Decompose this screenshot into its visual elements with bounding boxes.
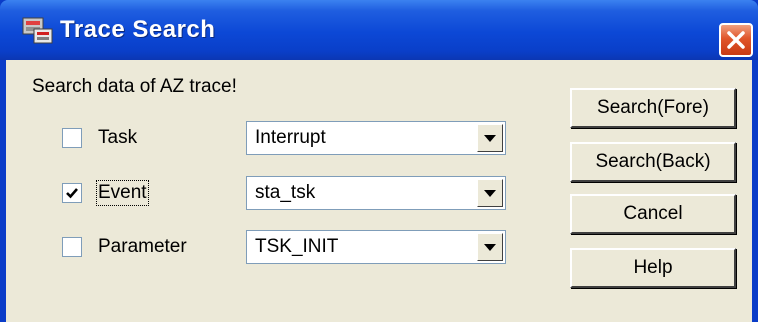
parameter-combo-dropdown-button[interactable] (477, 233, 503, 261)
window-title: Trace Search (60, 16, 216, 43)
chevron-down-icon (484, 244, 496, 251)
close-button[interactable] (719, 23, 753, 57)
search-fore-button[interactable]: Search(Fore) (570, 88, 736, 128)
chevron-down-icon (484, 135, 496, 142)
parameter-combo[interactable]: TSK_INIT (246, 230, 506, 264)
task-checkbox[interactable] (62, 128, 82, 148)
parameter-label: Parameter (98, 236, 187, 257)
task-label: Task (98, 127, 138, 148)
trace-app-icon (22, 17, 53, 44)
chevron-down-icon (484, 190, 496, 197)
parameter-row: Parameter TSK_INIT (6, 226, 546, 266)
close-icon (727, 31, 745, 49)
cancel-button[interactable]: Cancel (570, 194, 736, 234)
event-checkbox[interactable] (62, 183, 82, 203)
check-icon (66, 188, 78, 199)
task-row: Task Interrupt (6, 118, 546, 158)
help-button[interactable]: Help (570, 248, 736, 288)
search-back-button[interactable]: Search(Back) (570, 142, 736, 182)
event-combo-dropdown-button[interactable] (477, 179, 503, 207)
event-row: Event sta_tsk (6, 172, 546, 212)
event-combo[interactable]: sta_tsk (246, 176, 506, 210)
event-label: Event (96, 180, 149, 206)
task-combo[interactable]: Interrupt (246, 121, 506, 155)
task-combo-value: Interrupt (255, 127, 326, 148)
task-combo-dropdown-button[interactable] (477, 124, 503, 152)
event-combo-value: sta_tsk (255, 182, 316, 203)
title-bar[interactable]: Trace Search (0, 0, 758, 60)
trace-search-dialog: Trace Search Search data of AZ trace! Ta… (0, 0, 758, 322)
parameter-combo-value: TSK_INIT (255, 236, 339, 257)
dialog-caption: Search data of AZ trace! (32, 76, 237, 97)
dialog-body: Search data of AZ trace! Task Interrupt … (6, 60, 752, 322)
parameter-checkbox[interactable] (62, 237, 82, 257)
